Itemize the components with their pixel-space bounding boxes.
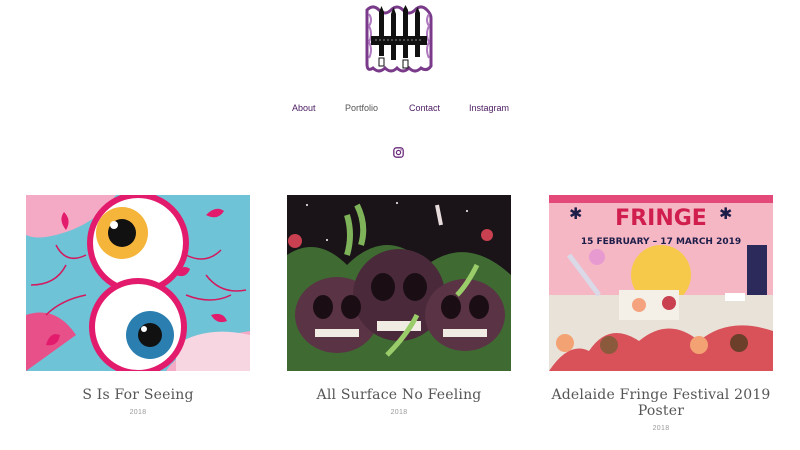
nav-contact[interactable]: Contact [409, 103, 440, 113]
star-icon: ✱ [569, 204, 582, 223]
project-year: 2018 [129, 409, 147, 416]
site-logo[interactable] [365, 4, 433, 74]
main-nav: About Portfolio Contact Instagram [0, 103, 800, 117]
skulls-artwork-image [287, 195, 511, 371]
instagram-icon [393, 147, 404, 158]
nav-instagram[interactable]: Instagram [469, 103, 509, 113]
poster-heading: FRINGE [615, 206, 707, 231]
nav-portfolio[interactable]: Portfolio [345, 103, 378, 113]
project-title[interactable]: S Is For Seeing [26, 387, 250, 403]
eyeball-artwork-image [26, 195, 250, 371]
nav-about[interactable]: About [292, 103, 316, 113]
portfolio-card[interactable]: S Is For Seeing 2018 [26, 195, 250, 416]
project-title[interactable]: Adelaide Fringe Festival 2019 Poster [549, 387, 773, 419]
star-icon: ✱ [719, 204, 732, 223]
project-year: 2018 [652, 425, 670, 432]
project-title[interactable]: All Surface No Feeling [287, 387, 511, 403]
instagram-link[interactable] [393, 145, 404, 158]
project-year: 2018 [390, 409, 408, 416]
project-thumbnail[interactable]: FRINGE ✱ ✱ 15 FEBRUARY – 17 MARCH 2019 [549, 195, 773, 371]
fringe-poster-image: FRINGE ✱ ✱ 15 FEBRUARY – 17 MARCH 2019 [549, 195, 773, 371]
project-thumbnail[interactable] [287, 195, 511, 371]
pencil-brush-logo-icon [365, 4, 433, 74]
portfolio-card[interactable]: All Surface No Feeling 2018 [287, 195, 511, 416]
project-thumbnail[interactable] [26, 195, 250, 371]
portfolio-card[interactable]: FRINGE ✱ ✱ 15 FEBRUARY – 17 MARCH 2019 A… [549, 195, 773, 432]
